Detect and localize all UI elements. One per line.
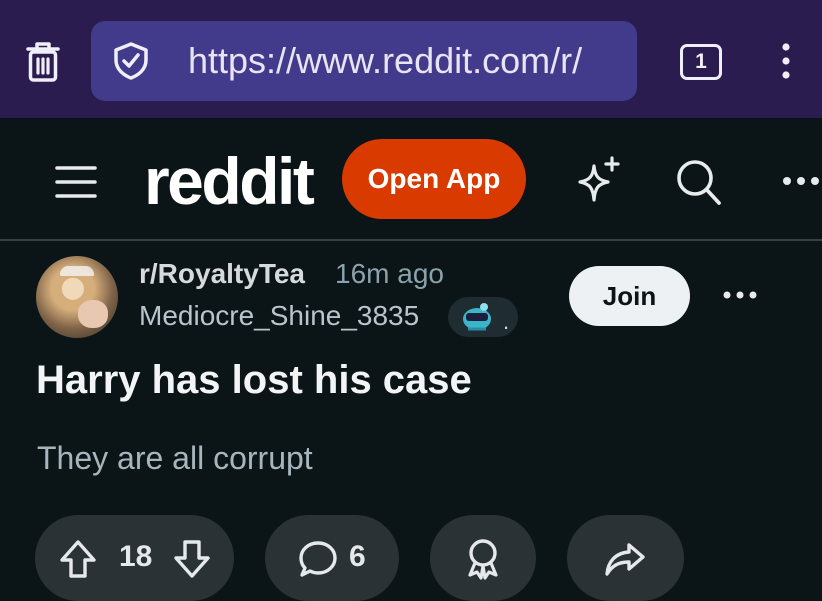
upvote-icon[interactable] (59, 539, 97, 579)
user-flair: . (448, 297, 518, 337)
post-body: They are all corrupt (37, 440, 313, 476)
reddit-header: reddit Open App (0, 118, 822, 241)
downvote-icon[interactable] (173, 539, 211, 579)
comment-count: 6 (349, 540, 366, 573)
avatar-tiara (60, 266, 94, 276)
author-name[interactable]: Mediocre_Shine_3835 (139, 300, 419, 332)
url-text[interactable]: https://www.reddit.com/r/ (188, 41, 582, 81)
avatar-hand (78, 300, 108, 328)
avatar[interactable] (36, 256, 118, 338)
flair-icon (460, 301, 494, 333)
share-button[interactable] (567, 515, 684, 601)
post-options-icon[interactable] (720, 286, 760, 304)
share-icon (605, 543, 645, 576)
search-icon[interactable] (672, 156, 724, 208)
sparkle-icon[interactable] (572, 156, 624, 208)
url-bar[interactable]: https://www.reddit.com/r/ (91, 21, 637, 101)
more-horizontal-icon[interactable] (780, 172, 822, 190)
award-button[interactable] (430, 515, 536, 601)
trash-icon[interactable] (22, 40, 64, 84)
browser-toolbar: https://www.reddit.com/r/ 1 (0, 0, 822, 118)
menu-icon[interactable] (54, 164, 98, 200)
award-icon (468, 539, 498, 580)
vote-count: 18 (119, 540, 153, 573)
post-title[interactable]: Harry has lost his case (36, 358, 472, 403)
comment-icon (299, 541, 337, 577)
vote-controls: 18 (35, 515, 234, 601)
more-vertical-icon[interactable] (776, 42, 796, 82)
shield-icon[interactable] (111, 41, 151, 81)
join-button[interactable]: Join (569, 266, 690, 326)
tabs-counter-icon[interactable]: 1 (680, 44, 722, 80)
open-app-button[interactable]: Open App (342, 139, 526, 219)
comments-button[interactable]: 6 (265, 515, 399, 601)
reddit-logo[interactable]: reddit (144, 146, 315, 216)
post-time: 16m ago (335, 258, 444, 289)
subreddit-name[interactable]: r/RoyaltyTea (139, 258, 305, 290)
flair-suffix: . (503, 309, 510, 334)
